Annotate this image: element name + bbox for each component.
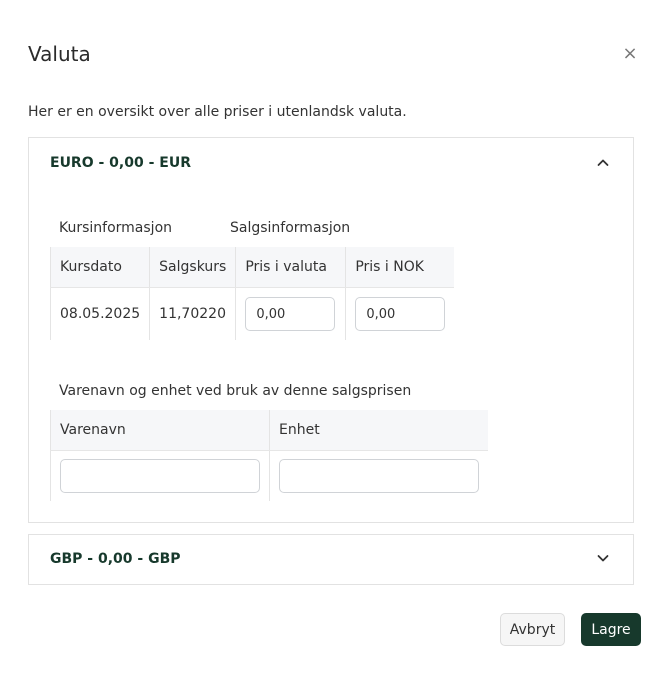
column-header-kursdato: Kursdato bbox=[49, 247, 150, 288]
table-row: 08.05.2025 11,70220 bbox=[49, 287, 455, 340]
chevron-up-icon[interactable] bbox=[597, 157, 609, 169]
dialog-intro: Her er en oversikt over alle priser i ut… bbox=[28, 104, 407, 120]
salgskurs-cell: 11,70220 bbox=[149, 287, 236, 340]
enhet-cell bbox=[269, 450, 488, 501]
panel-title-gbp: GBP - 0,00 - GBP bbox=[50, 551, 181, 567]
pris-i-nok-input[interactable] bbox=[355, 297, 446, 331]
enhet-input[interactable] bbox=[279, 459, 479, 493]
column-header-varenavn: Varenavn bbox=[50, 410, 270, 451]
varenavn-cell bbox=[50, 450, 270, 501]
pris-i-valuta-cell bbox=[235, 287, 346, 340]
cancel-button[interactable]: Avbryt bbox=[500, 613, 565, 646]
panel-header-gbp[interactable]: GBP - 0,00 - GBP bbox=[29, 535, 633, 584]
chevron-down-icon[interactable] bbox=[597, 552, 609, 564]
save-button[interactable]: Lagre bbox=[581, 613, 641, 646]
kursdato-cell: 08.05.2025 bbox=[49, 287, 150, 340]
pris-i-valuta-input[interactable] bbox=[245, 297, 336, 331]
rate-table: Kursdato Salgskurs Pris i valuta Pris i … bbox=[49, 247, 455, 340]
column-header-pris-i-valuta: Pris i valuta bbox=[235, 247, 346, 288]
panel-title-eur: EURO - 0,00 - EUR bbox=[50, 155, 191, 171]
currency-panel-gbp: GBP - 0,00 - GBP bbox=[28, 534, 634, 585]
panel-header-eur[interactable]: EURO - 0,00 - EUR bbox=[29, 138, 633, 188]
dialog-title: Valuta bbox=[28, 42, 91, 66]
column-header-pris-i-nok: Pris i NOK bbox=[345, 247, 455, 288]
item-table: Varenavn Enhet bbox=[50, 410, 488, 501]
varenavn-input[interactable] bbox=[60, 459, 260, 493]
currency-panel-eur: EURO - 0,00 - EUR Kursinformasjon Salgsi… bbox=[28, 137, 634, 523]
table-row bbox=[50, 450, 488, 501]
varenavn-section-label: Varenavn og enhet ved bruk av denne salg… bbox=[59, 383, 412, 399]
close-icon[interactable]: × bbox=[620, 44, 640, 64]
column-header-salgskurs: Salgskurs bbox=[149, 247, 236, 288]
kursinformasjon-label: Kursinformasjon bbox=[59, 220, 173, 236]
pris-i-nok-cell bbox=[345, 287, 455, 340]
salgsinformasjon-label: Salgsinformasjon bbox=[230, 220, 351, 236]
column-header-enhet: Enhet bbox=[269, 410, 488, 451]
currency-dialog: Valuta × Her er en oversikt over alle pr… bbox=[0, 0, 663, 674]
